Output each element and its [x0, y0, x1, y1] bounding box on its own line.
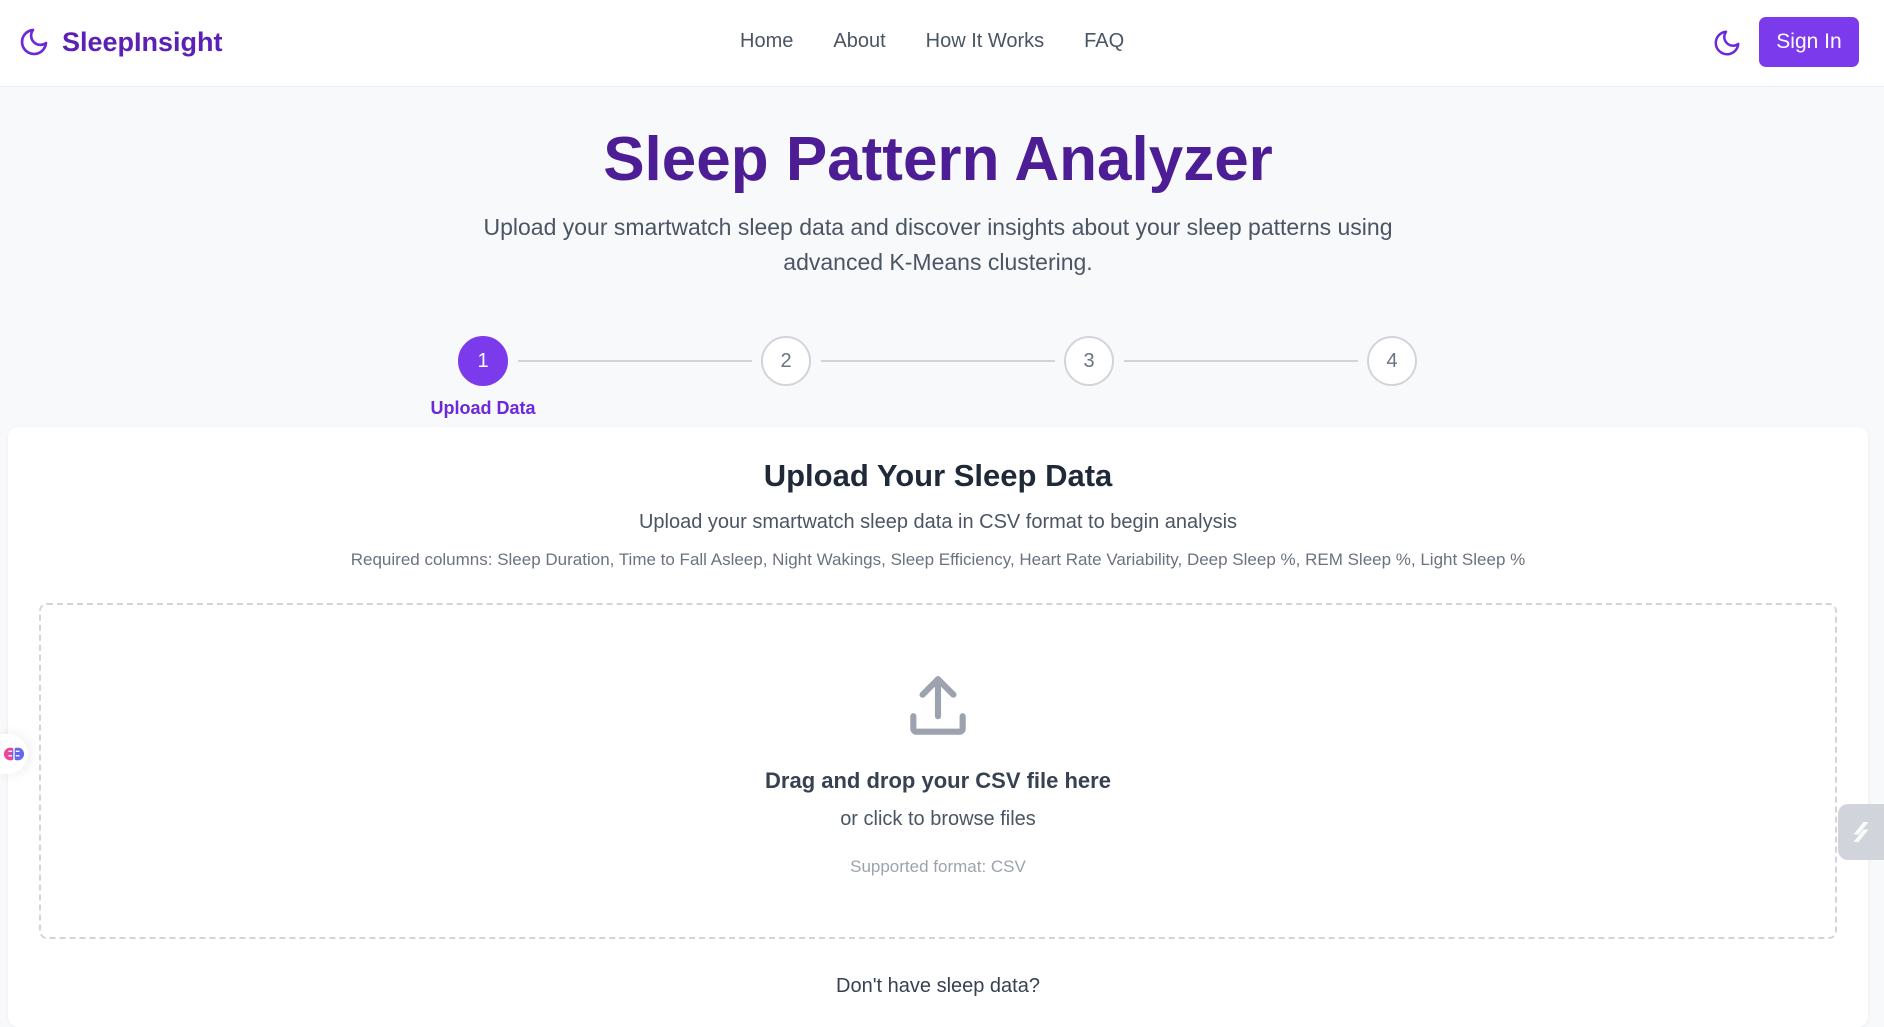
dropzone-browse-text[interactable]: or click to browse files	[0, 808, 1876, 831]
brand-logo[interactable]: SleepInsight	[18, 26, 223, 58]
step-3[interactable]: 3	[1064, 336, 1114, 386]
brand-name: SleepInsight	[62, 26, 223, 57]
step-connector	[1124, 360, 1358, 362]
nav-link-faq[interactable]: FAQ	[1084, 30, 1124, 53]
step-connector	[518, 360, 752, 362]
nav-links: Home About How It Works FAQ	[740, 30, 1164, 53]
top-navbar: SleepInsight Home About How It Works FAQ…	[0, 0, 1884, 87]
step-1[interactable]: 1	[458, 336, 508, 386]
nav-link-about[interactable]: About	[833, 30, 885, 53]
side-extension-widget[interactable]	[1838, 804, 1884, 860]
dropzone-main-text: Drag and drop your CSV file here	[765, 768, 1111, 793]
upload-card-title: Upload Your Sleep Data	[763, 458, 1113, 493]
upload-card-subtitle: Upload your smartwatch sleep data in CSV…	[638, 511, 1238, 533]
progress-stepper: 1 2 3 4 Upload Data	[0, 336, 1884, 426]
nav-link-how-it-works[interactable]: How It Works	[926, 30, 1045, 53]
step-connector	[821, 360, 1055, 362]
step-2[interactable]: 2	[761, 336, 811, 386]
nav-link-home[interactable]: Home	[740, 30, 793, 53]
brain-icon	[3, 747, 25, 761]
extension-icon	[1853, 822, 1869, 842]
moon-icon	[20, 28, 48, 56]
page-subtitle: Upload your smartwatch sleep data and di…	[483, 214, 1393, 275]
sign-in-button[interactable]: Sign In	[1759, 17, 1859, 67]
no-data-prompt: Don't have sleep data?	[836, 975, 1040, 997]
upload-icon	[910, 676, 966, 735]
theme-toggle-moon-icon[interactable]	[1712, 28, 1742, 58]
step-1-label: Upload Data	[430, 398, 536, 418]
page-title: Sleep Pattern Analyzer	[603, 125, 1273, 194]
required-columns-note: Required columns: Sleep Duration, Time t…	[350, 550, 1526, 569]
dropzone-format-text: Supported format: CSV	[850, 857, 1026, 876]
step-4[interactable]: 4	[1367, 336, 1417, 386]
